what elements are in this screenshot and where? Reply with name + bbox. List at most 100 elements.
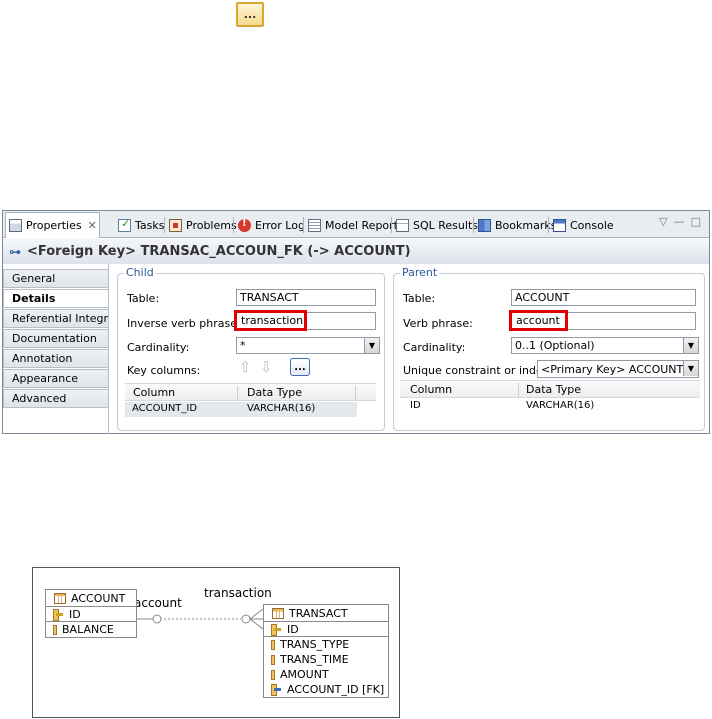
unique-constraint-combo[interactable]: <Primary Key> ACCOUNT_PK ▼: [537, 360, 699, 378]
side-tab-details[interactable]: Details: [3, 289, 108, 308]
chevron-down-icon[interactable]: ▼: [683, 361, 698, 376]
tab-model-report[interactable]: Model Report: [305, 214, 401, 236]
child-cardinality-combo[interactable]: * ▼: [236, 337, 380, 354]
parent-cardinality-value: 0..1 (Optional): [515, 339, 595, 352]
tab-model-report-label: Model Report: [325, 218, 398, 232]
parent-group: Parent Table: ACCOUNT Verb phrase: accou…: [393, 266, 705, 431]
entity-title: ACCOUNT: [46, 590, 136, 607]
view-controls: ▽ — □: [659, 215, 701, 228]
column-name: ID: [287, 622, 299, 636]
view-menu-icon[interactable]: ▽: [659, 215, 667, 228]
bookmarks-icon: [478, 218, 491, 232]
column-row: TRANS_TIME: [264, 652, 388, 667]
tab-properties[interactable]: Properties ✕: [5, 212, 100, 238]
column-icon: [53, 624, 57, 635]
tab-console[interactable]: Console: [550, 214, 617, 236]
primary-key-icon: [271, 623, 282, 636]
chevron-down-icon[interactable]: ▼: [364, 338, 379, 353]
table-icon: [54, 592, 66, 604]
column-header: Column: [133, 386, 176, 399]
side-tab-general[interactable]: General: [3, 269, 108, 288]
column-name: ID: [69, 607, 81, 621]
close-icon[interactable]: ✕: [88, 219, 97, 232]
tab-separator: [303, 217, 304, 233]
side-tab-annotation[interactable]: Annotation: [3, 349, 108, 368]
tab-console-label: Console: [570, 218, 614, 232]
entity-transact[interactable]: TRANSACT ID TRANS_TYPE TRANS_TIME AMOUNT…: [263, 604, 389, 698]
tab-sql-results[interactable]: SQL Results: [393, 214, 481, 236]
child-table-field[interactable]: TRANSACT: [236, 289, 376, 306]
verb-phrase-label: Verb phrase:: [403, 317, 473, 330]
tab-tasks[interactable]: Tasks: [115, 214, 167, 236]
child-row-column: ACCOUNT_ID: [132, 403, 198, 414]
column-icon: [271, 669, 275, 680]
header-separator: [518, 383, 519, 397]
side-tab-referential-integrity[interactable]: Referential Integrity: [3, 309, 108, 328]
column-name: BALANCE: [62, 623, 114, 636]
entity-name: ACCOUNT: [71, 591, 126, 605]
tab-separator: [164, 217, 165, 233]
column-name: TRANS_TIME: [280, 653, 349, 666]
relationship-label-account: account: [134, 596, 182, 610]
column-row: AMOUNT: [264, 667, 388, 682]
minimize-icon[interactable]: —: [674, 215, 685, 228]
foreign-key-icon: ⊶: [9, 244, 21, 259]
tab-error-log-label: Error Log: [255, 218, 305, 232]
error-log-icon: [238, 218, 251, 232]
data-type-header: Data Type: [526, 383, 582, 396]
data-type-header: Data Type: [247, 386, 303, 399]
table-row[interactable]: ID VARCHAR(16): [400, 399, 700, 414]
parent-table-field[interactable]: ACCOUNT: [511, 289, 696, 306]
tab-separator: [473, 217, 474, 233]
parent-table-label: Table:: [403, 292, 436, 305]
tab-bookmarks[interactable]: Bookmarks: [475, 214, 559, 236]
parent-cardinality-combo[interactable]: 0..1 (Optional) ▼: [511, 337, 699, 354]
er-diagram: account transaction ACCOUNT ID BALANCE T…: [32, 567, 400, 718]
tab-problems[interactable]: Problems: [166, 214, 240, 236]
parent-group-label: Parent: [400, 266, 440, 279]
column-header: Column: [410, 383, 453, 396]
sql-results-icon: [396, 218, 409, 232]
console-icon: [553, 218, 566, 232]
table-row[interactable]: ACCOUNT_ID VARCHAR(16): [125, 402, 357, 417]
ellipsis-button[interactable]: ...: [236, 2, 264, 27]
properties-view: Properties ✕ Tasks Problems Error Log Mo…: [2, 210, 710, 434]
column-icon: [271, 639, 275, 650]
parent-row-column: ID: [410, 400, 421, 411]
properties-icon: [9, 219, 22, 232]
tasks-icon: [118, 217, 131, 232]
move-up-icon[interactable]: ⇧: [239, 358, 252, 376]
key-columns-button[interactable]: ...: [290, 358, 310, 376]
side-tab-advanced[interactable]: Advanced: [3, 389, 108, 408]
tab-sql-results-label: SQL Results: [413, 218, 478, 232]
side-tab-divider: [108, 264, 109, 434]
side-tab-appearance[interactable]: Appearance: [3, 369, 108, 388]
child-columns-header: Column Data Type: [125, 383, 376, 401]
parent-cardinality-label: Cardinality:: [403, 341, 466, 354]
side-tab-list: General Details Referential Integrity Do…: [3, 269, 108, 409]
move-down-icon[interactable]: ⇩: [260, 358, 273, 376]
child-cardinality-label: Cardinality:: [127, 341, 190, 354]
side-tab-documentation[interactable]: Documentation: [3, 329, 108, 348]
column-name: ACCOUNT_ID [FK]: [287, 683, 385, 696]
entity-account[interactable]: ACCOUNT ID BALANCE: [45, 589, 137, 638]
column-name: AMOUNT: [280, 668, 329, 681]
child-row-type: VARCHAR(16): [247, 403, 316, 414]
page-title: <Foreign Key> TRANSAC_ACCOUN_FK (-> ACCO…: [27, 244, 411, 259]
column-row: BALANCE: [46, 622, 136, 637]
key-columns-label: Key columns:: [127, 364, 201, 377]
maximize-icon[interactable]: □: [691, 215, 701, 228]
inverse-verb-phrase-value[interactable]: transaction: [234, 310, 307, 331]
tab-properties-label: Properties: [26, 219, 82, 232]
tab-error-log[interactable]: Error Log: [235, 214, 308, 236]
column-icon: [271, 654, 275, 665]
pk-row: ID: [46, 607, 136, 622]
child-group: Child Table: TRANSACT Inverse verb phras…: [117, 266, 385, 431]
foreign-key-icon: [271, 684, 282, 696]
header-separator: [355, 386, 356, 400]
parent-row-type: VARCHAR(16): [526, 400, 595, 411]
tab-problems-label: Problems: [186, 218, 237, 232]
model-report-icon: [308, 218, 321, 232]
verb-phrase-value[interactable]: account: [509, 310, 568, 331]
chevron-down-icon[interactable]: ▼: [683, 338, 698, 353]
